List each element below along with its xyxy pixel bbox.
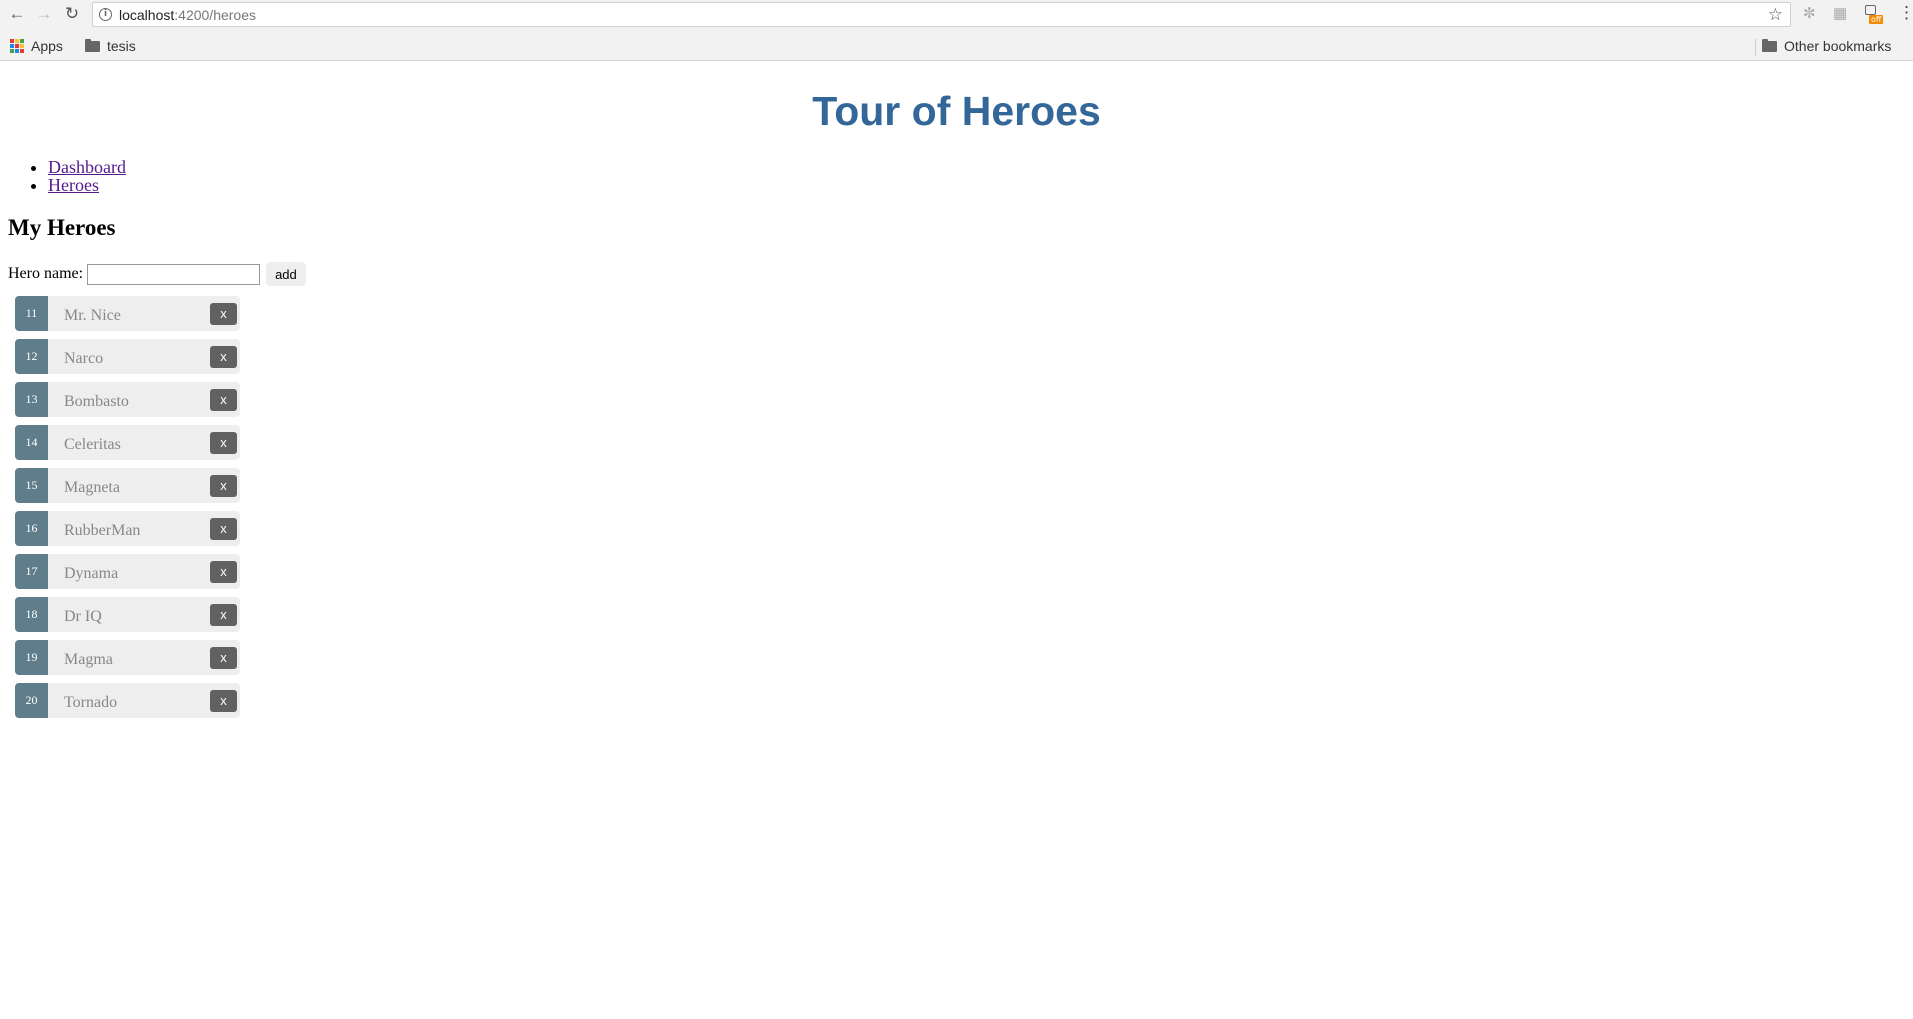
extension-grid-icon[interactable]: ▦ (1833, 4, 1847, 22)
folder-icon (1762, 38, 1777, 52)
delete-hero-button[interactable]: x (210, 690, 237, 712)
hero-name: Dr IQ (64, 608, 102, 625)
hero-name: Celeritas (64, 436, 121, 453)
main-nav: Dashboard Heroes (0, 158, 126, 194)
other-bookmarks-label: Other bookmarks (1784, 38, 1892, 54)
bookmarks-bar: Apps tesis Other bookmarks (0, 34, 1913, 60)
back-arrow-icon: ← (8, 4, 26, 23)
browser-chrome: ← → ↻ i localhost:4200/heroes ☆ ✼ ▦ off … (0, 0, 1913, 61)
address-bar[interactable]: i localhost:4200/heroes ☆ (92, 2, 1791, 27)
reload-button[interactable]: ↻ (61, 3, 83, 25)
hero-id-badge: 18 (15, 597, 48, 632)
hero-id-badge: 17 (15, 554, 48, 589)
other-bookmarks[interactable]: Other bookmarks (1762, 38, 1891, 54)
hero-id-badge: 19 (15, 640, 48, 675)
extension-off-icon[interactable]: off (1864, 5, 1884, 24)
hero-id-badge: 13 (15, 382, 48, 417)
app-title: Tour of Heroes (812, 88, 1101, 134)
dashboard-link[interactable]: Dashboard (48, 157, 126, 177)
hero-id-badge: 11 (15, 296, 48, 331)
back-button[interactable]: ← (6, 3, 28, 25)
hero-id-badge: 20 (15, 683, 48, 718)
hero-id-badge: 14 (15, 425, 48, 460)
apps-grid-icon (10, 39, 24, 53)
add-hero-form: Hero name: add (8, 262, 306, 286)
delete-hero-button[interactable]: x (210, 647, 237, 669)
folder-label: tesis (107, 38, 136, 54)
hero-id-badge: 12 (15, 339, 48, 374)
delete-hero-button[interactable]: x (210, 432, 237, 454)
hero-item[interactable]: 19 Magma x (15, 640, 240, 675)
hero-item[interactable]: 20 Tornado x (15, 683, 240, 718)
page-content: Tour of Heroes Dashboard Heroes My Heroe… (0, 61, 1913, 1019)
hero-name: Mr. Nice (64, 307, 121, 324)
hero-name: Magneta (64, 479, 120, 496)
tesis-bookmark-folder[interactable]: tesis (85, 38, 136, 54)
heroes-link[interactable]: Heroes (48, 175, 99, 195)
nav-item-heroes: Heroes (48, 176, 126, 194)
url-path: :4200/heroes (174, 7, 256, 23)
reload-icon: ↻ (64, 4, 80, 23)
apps-bookmark[interactable]: Apps (10, 38, 63, 54)
add-button[interactable]: add (266, 262, 306, 286)
hero-item[interactable]: 11 Mr. Nice x (15, 296, 240, 331)
hero-list: 11 Mr. Nice x 12 Narco x 13 Bombasto x 14 Celerita… (15, 296, 240, 726)
hero-name: RubberMan (64, 522, 141, 539)
hero-item[interactable]: 17 Dynama x (15, 554, 240, 589)
page-title: My Heroes (8, 215, 116, 240)
forward-arrow-icon: → (35, 4, 53, 23)
extension-badge: off (1869, 15, 1884, 24)
delete-hero-button[interactable]: x (210, 561, 237, 583)
hero-item[interactable]: 14 Celeritas x (15, 425, 240, 460)
hero-name: Dynama (64, 565, 119, 582)
hero-name: Bombasto (64, 393, 129, 410)
url-host: localhost (119, 7, 175, 23)
info-icon[interactable]: i (99, 8, 112, 21)
hero-name-input[interactable] (87, 263, 261, 285)
folder-icon (85, 38, 100, 52)
nav-item-dashboard: Dashboard (48, 158, 126, 176)
hero-name: Magma (64, 651, 113, 668)
extension-box-icon (1865, 5, 1876, 15)
hero-name-label: Hero name: (8, 265, 84, 282)
bookmark-star-icon[interactable]: ☆ (1768, 5, 1783, 25)
delete-hero-button[interactable]: x (210, 389, 237, 411)
hero-id-badge: 16 (15, 511, 48, 546)
hero-item[interactable]: 13 Bombasto x (15, 382, 240, 417)
hero-id-badge: 15 (15, 468, 48, 503)
hero-name: Narco (64, 350, 104, 367)
bookmarks-divider (1755, 39, 1756, 56)
delete-hero-button[interactable]: x (210, 604, 237, 626)
apps-label: Apps (31, 38, 63, 54)
delete-hero-button[interactable]: x (210, 475, 237, 497)
delete-hero-button[interactable]: x (210, 346, 237, 368)
delete-hero-button[interactable]: x (210, 303, 237, 325)
url-text[interactable]: localhost:4200/heroes (119, 7, 256, 23)
hero-item[interactable]: 16 RubberMan x (15, 511, 240, 546)
forward-button[interactable]: → (33, 3, 55, 25)
delete-hero-button[interactable]: x (210, 518, 237, 540)
kebab-menu-icon[interactable]: ⋮ (1898, 3, 1913, 23)
hero-item[interactable]: 18 Dr IQ x (15, 597, 240, 632)
hero-item[interactable]: 12 Narco x (15, 339, 240, 374)
hero-name: Tornado (64, 694, 118, 711)
extension-loading-icon[interactable]: ✼ (1803, 4, 1816, 22)
hero-item[interactable]: 15 Magneta x (15, 468, 240, 503)
